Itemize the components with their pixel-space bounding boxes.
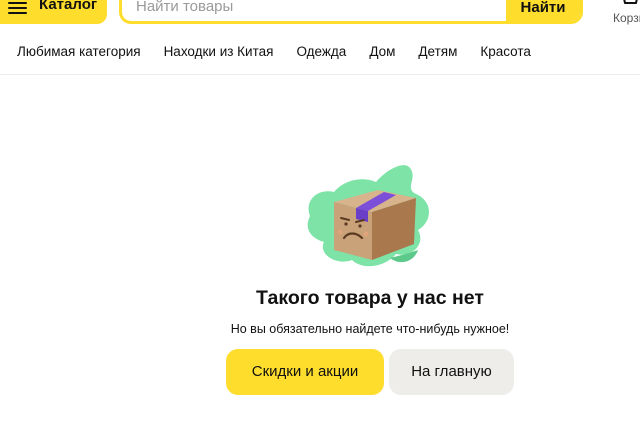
discounts-button[interactable]: Скидки и акции — [226, 349, 384, 395]
catalog-label: Каталог — [39, 0, 98, 13]
category-link-kids[interactable]: Детям — [418, 43, 457, 61]
category-link-china-finds[interactable]: Находки из Китая — [164, 43, 274, 61]
empty-state-subtitle: Но вы обязательно найдете что-нибудь нуж… — [230, 322, 510, 336]
empty-state-title: Такого товара у нас нет — [256, 287, 484, 309]
header: Каталог Найти Корзина — [0, 0, 640, 30]
category-link-beauty[interactable]: Красота — [480, 43, 531, 61]
category-link-favorite[interactable]: Любимая категория — [17, 43, 141, 61]
search-button[interactable]: Найти — [506, 0, 580, 21]
menu-icon — [8, 2, 27, 14]
search-box: Найти — [119, 0, 583, 24]
page: Каталог Найти Корзина Любимая категория … — [0, 0, 640, 427]
sad-box-illustration — [307, 165, 429, 267]
catalog-button[interactable]: Каталог — [0, 0, 107, 24]
cart-icon[interactable] — [621, 0, 639, 8]
category-nav: Любимая категория Находки из Китая Одежд… — [17, 43, 554, 61]
category-link-clothes[interactable]: Одежда — [296, 43, 346, 61]
nav-divider — [0, 74, 640, 75]
cart-label[interactable]: Корзина — [613, 11, 640, 25]
home-button[interactable]: На главную — [389, 349, 514, 395]
category-link-home[interactable]: Дом — [369, 43, 395, 61]
search-input[interactable] — [136, 0, 496, 15]
